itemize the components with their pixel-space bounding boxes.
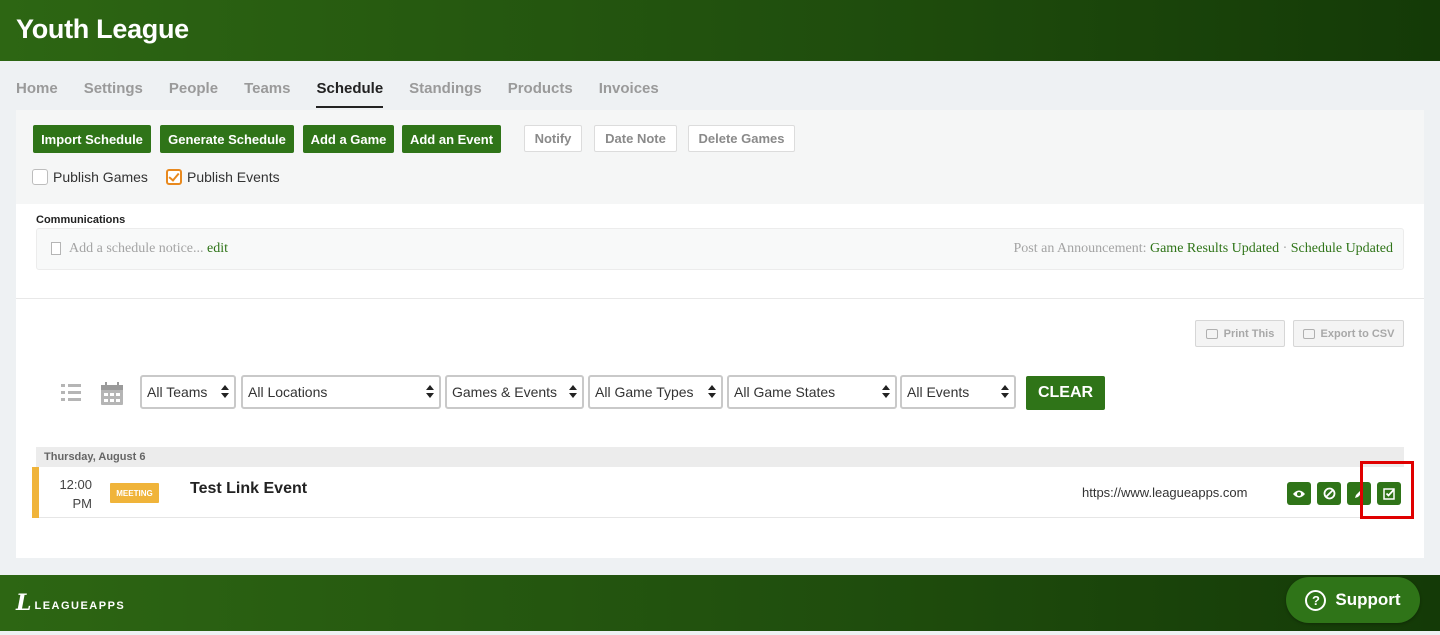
edit-notice-link[interactable]: edit	[207, 241, 228, 256]
select-arrows-icon	[1001, 384, 1009, 400]
publish-events-label: Publish Events	[187, 169, 280, 185]
game-results-updated-link[interactable]: Game Results Updated	[1150, 241, 1279, 256]
communications-label: Communications	[36, 214, 126, 226]
eye-icon	[1293, 490, 1305, 497]
locations-select[interactable]: All Locations	[241, 375, 441, 409]
checkbox-checked-icon	[166, 169, 182, 185]
link-separator: ·	[1282, 241, 1288, 256]
tab-home[interactable]: Home	[16, 78, 58, 108]
post-announcement-label: Post an Announcement:	[1013, 241, 1147, 256]
game-types-select-value: All Game Types	[595, 384, 694, 400]
communications-box: Add a schedule notice... edit Post an An…	[36, 228, 1404, 270]
select-arrows-icon	[221, 384, 229, 400]
section-divider	[16, 298, 1424, 299]
locations-select-value: All Locations	[248, 384, 328, 400]
select-arrows-icon	[708, 384, 716, 400]
app-footer: L LEAGUEAPPS	[0, 575, 1440, 631]
print-button[interactable]: Print This	[1195, 320, 1285, 347]
delete-games-button[interactable]: Delete Games	[688, 125, 795, 152]
event-title[interactable]: Test Link Event	[190, 480, 307, 498]
notice-placeholder: Add a schedule notice...	[69, 241, 204, 256]
tab-schedule[interactable]: Schedule	[316, 78, 384, 108]
generate-schedule-button[interactable]: Generate Schedule	[160, 125, 294, 153]
event-time-hour: 12:00	[59, 477, 92, 492]
select-arrows-icon	[426, 384, 434, 400]
export-icon	[1302, 328, 1315, 339]
main-nav: Home Settings People Teams Schedule Stan…	[16, 78, 685, 110]
schedule-panel: Import Schedule Generate Schedule Add a …	[16, 110, 1424, 558]
teams-select-value: All Teams	[147, 384, 208, 400]
events-select[interactable]: All Events	[900, 375, 1016, 409]
support-label: Support	[1335, 590, 1401, 609]
tab-people[interactable]: People	[169, 78, 218, 108]
games-events-select-value: Games & Events	[452, 384, 558, 400]
game-states-select[interactable]: All Game States	[727, 375, 897, 409]
notify-button[interactable]: Notify	[524, 125, 582, 152]
tab-standings[interactable]: Standings	[409, 78, 482, 108]
print-label: Print This	[1223, 327, 1275, 340]
leagueapps-logo[interactable]: L LEAGUEAPPS	[16, 590, 125, 616]
event-row: 12:00 PM MEETING Test Link Event https:/…	[32, 467, 1404, 518]
schedule-notice: Add a schedule notice... edit	[69, 241, 228, 257]
event-time: 12:00 PM	[52, 475, 92, 513]
cancel-event-button[interactable]	[1317, 482, 1341, 505]
tab-products[interactable]: Products	[508, 78, 573, 108]
export-label: Export to CSV	[1320, 327, 1395, 340]
logo-text: LEAGUEAPPS	[34, 600, 126, 612]
event-link[interactable]: https://www.leagueapps.com	[1082, 485, 1247, 500]
view-event-button[interactable]	[1287, 482, 1311, 505]
checkbox-unchecked-icon	[32, 169, 48, 185]
tab-teams[interactable]: Teams	[244, 78, 290, 108]
highlight-box	[1360, 461, 1414, 519]
tab-settings[interactable]: Settings	[84, 78, 143, 108]
printer-icon	[1205, 328, 1218, 339]
game-states-select-value: All Game States	[734, 384, 836, 400]
app-header: Youth League	[0, 0, 1440, 61]
tab-invoices[interactable]: Invoices	[599, 78, 659, 108]
export-csv-button[interactable]: Export to CSV	[1293, 320, 1404, 347]
post-announcement: Post an Announcement: Game Results Updat…	[1013, 241, 1393, 257]
games-events-select[interactable]: Games & Events	[445, 375, 584, 409]
date-note-button[interactable]: Date Note	[594, 125, 677, 152]
calendar-view-icon[interactable]	[100, 382, 124, 406]
support-button[interactable]: ? Support	[1286, 577, 1420, 623]
publish-games-checkbox[interactable]: Publish Games	[32, 168, 148, 186]
document-icon	[51, 242, 61, 255]
teams-select[interactable]: All Teams	[140, 375, 236, 409]
question-icon: ?	[1305, 589, 1327, 611]
select-arrows-icon	[569, 384, 577, 400]
event-type-badge: MEETING	[110, 483, 159, 503]
ban-icon	[1323, 487, 1335, 500]
import-schedule-button[interactable]: Import Schedule	[33, 125, 151, 153]
events-select-value: All Events	[907, 384, 970, 400]
publish-events-checkbox[interactable]: Publish Events	[166, 168, 280, 186]
game-types-select[interactable]: All Game Types	[588, 375, 723, 409]
clear-filters-button[interactable]: CLEAR	[1026, 376, 1105, 410]
add-event-button[interactable]: Add an Event	[402, 125, 501, 153]
schedule-date-header: Thursday, August 6	[36, 447, 1404, 467]
add-game-button[interactable]: Add a Game	[303, 125, 394, 153]
list-view-icon[interactable]	[60, 382, 82, 404]
select-arrows-icon	[882, 384, 890, 400]
publish-games-label: Publish Games	[53, 169, 148, 185]
league-title: Youth League	[16, 14, 189, 44]
schedule-toolbar: Import Schedule Generate Schedule Add a …	[16, 110, 1424, 204]
leagueapps-logo-icon: L	[16, 590, 32, 616]
event-time-period: PM	[72, 496, 93, 511]
event-accent-bar	[32, 467, 39, 518]
schedule-updated-link[interactable]: Schedule Updated	[1291, 241, 1393, 256]
